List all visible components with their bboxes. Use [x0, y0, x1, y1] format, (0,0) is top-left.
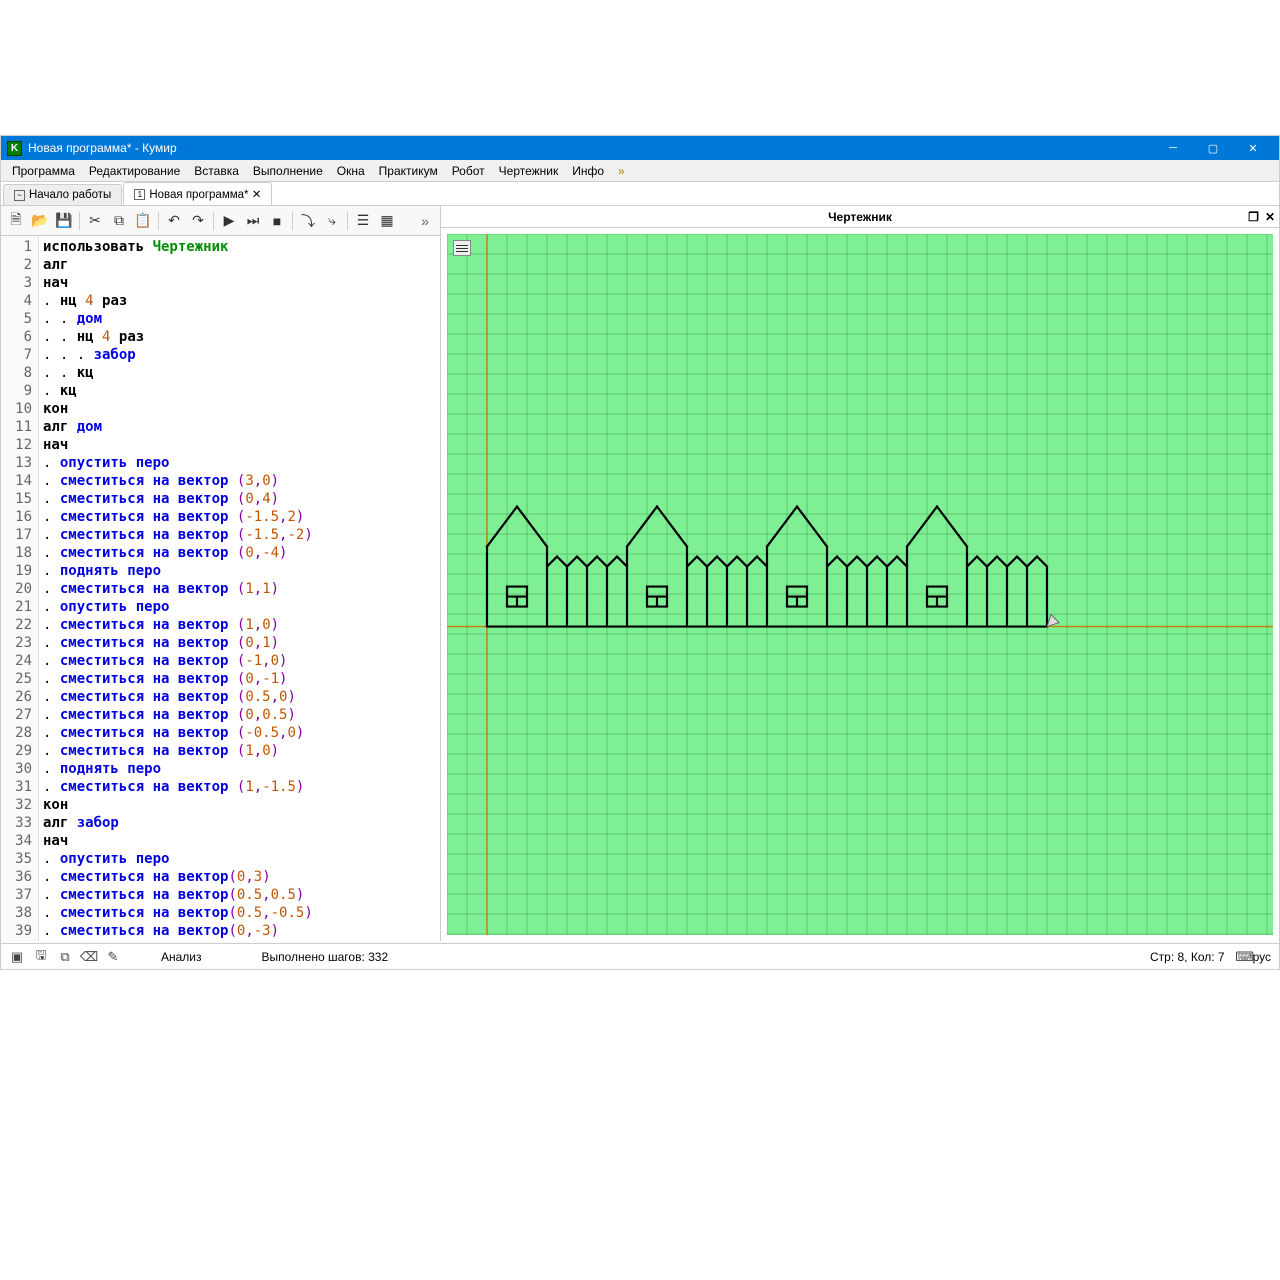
- tab-program-icon: 1: [134, 189, 145, 200]
- app-window: K Новая программа* - Кумир ─ ▢ ✕ Програм…: [0, 135, 1280, 970]
- panel-close-icon[interactable]: ✕: [1265, 210, 1275, 224]
- redo-icon[interactable]: ↷: [187, 210, 209, 232]
- code-editor[interactable]: 1234567891011121314151617181920212223242…: [1, 236, 440, 941]
- draftsman-pane: Чертежник ❐ ✕: [441, 206, 1279, 941]
- save-file-icon[interactable]: 💾: [53, 210, 75, 232]
- menu-practice[interactable]: Практикум: [372, 161, 445, 181]
- toolbar-overflow-icon[interactable]: »: [414, 210, 436, 232]
- tab-start-label: Начало работы: [29, 189, 111, 201]
- statusbar: ▣ 🖫 ⧉ ⌫ ✎ Анализ Выполнено шагов: 332 Ст…: [1, 943, 1279, 969]
- minimize-button[interactable]: ─: [1153, 136, 1193, 160]
- menu-windows[interactable]: Окна: [330, 161, 372, 181]
- step-into-icon[interactable]: ⤷: [321, 210, 343, 232]
- editor-toolbar: 🗎 📂 💾 ✂ ⧉ 📋 ↶ ↷ ▶ ⏭ ■ ⤵ ⤷ ☰ ▦ »: [1, 206, 440, 236]
- status-save-icon[interactable]: 🖫: [33, 950, 49, 964]
- menu-execute[interactable]: Выполнение: [246, 161, 330, 181]
- canvas-wrapper: [441, 228, 1279, 941]
- menu-program[interactable]: Программа: [5, 161, 82, 181]
- step-over-icon[interactable]: ⤵: [297, 210, 319, 232]
- maximize-button[interactable]: ▢: [1193, 136, 1233, 160]
- menu-robot[interactable]: Робот: [445, 161, 492, 181]
- draftsman-title: Чертежник: [828, 210, 892, 224]
- tab-start[interactable]: ~ Начало работы: [3, 184, 122, 205]
- status-clear-icon[interactable]: ⌫: [81, 950, 97, 964]
- app-icon: K: [7, 141, 22, 156]
- line-gutter: 1234567891011121314151617181920212223242…: [1, 236, 39, 941]
- close-button[interactable]: ✕: [1233, 136, 1273, 160]
- menubar: Программа Редактирование Вставка Выполне…: [1, 160, 1279, 182]
- new-file-icon[interactable]: 🗎: [5, 210, 27, 232]
- toolbar-separator: [347, 212, 348, 230]
- editor-pane: 🗎 📂 💾 ✂ ⧉ 📋 ↶ ↷ ▶ ⏭ ■ ⤵ ⤷ ☰ ▦ »: [1, 206, 441, 941]
- status-copy-icon[interactable]: ⧉: [57, 950, 73, 964]
- open-file-icon[interactable]: 📂: [29, 210, 51, 232]
- draftsman-header: Чертежник ❐ ✕: [441, 206, 1279, 228]
- toolbar-separator: [213, 212, 214, 230]
- copy-icon[interactable]: ⧉: [108, 210, 130, 232]
- status-edit-icon[interactable]: ✎: [105, 950, 121, 964]
- paste-icon[interactable]: 📋: [132, 210, 154, 232]
- toolbar-separator: [79, 212, 80, 230]
- code-area[interactable]: использовать Чертежникалгнач. нц 4 раз. …: [39, 236, 440, 941]
- status-terminal-icon[interactable]: ▣: [9, 950, 25, 964]
- tab-program-label: Новая программа* ✕: [149, 187, 261, 201]
- status-keyboard-icon[interactable]: ⌨: [1237, 950, 1253, 964]
- stop-icon[interactable]: ■: [266, 210, 288, 232]
- toolbar-separator: [292, 212, 293, 230]
- run-icon[interactable]: ▶: [218, 210, 240, 232]
- workspace: 🗎 📂 💾 ✂ ⧉ 📋 ↶ ↷ ▶ ⏭ ■ ⤵ ⤷ ☰ ▦ »: [1, 206, 1279, 941]
- menu-edit[interactable]: Редактирование: [82, 161, 187, 181]
- menu-more[interactable]: »: [611, 161, 632, 181]
- window-title: Новая программа* - Кумир: [28, 141, 1153, 155]
- menu-insert[interactable]: Вставка: [187, 161, 246, 181]
- tab-program[interactable]: 1 Новая программа* ✕: [123, 182, 272, 205]
- status-lang: рус: [1253, 950, 1271, 964]
- titlebar[interactable]: K Новая программа* - Кумир ─ ▢ ✕: [1, 136, 1279, 160]
- menu-info[interactable]: Инфо: [565, 161, 611, 181]
- cut-icon[interactable]: ✂: [84, 210, 106, 232]
- tab-start-icon: ~: [14, 190, 25, 201]
- status-cursor-pos: Стр: 8, Кол: 7: [1150, 950, 1225, 964]
- toolbar-separator: [158, 212, 159, 230]
- status-mode: Анализ: [161, 950, 202, 964]
- step-icon[interactable]: ⏭: [242, 210, 264, 232]
- menu-draftsman[interactable]: Чертежник: [492, 161, 566, 181]
- draftsman-canvas[interactable]: [447, 234, 1273, 935]
- canvas-drawing: [447, 234, 1273, 935]
- canvas-menu-icon[interactable]: [453, 240, 471, 256]
- tabs-row: ~ Начало работы 1 Новая программа* ✕: [1, 182, 1279, 206]
- undo-icon[interactable]: ↶: [163, 210, 185, 232]
- layout1-icon[interactable]: ☰: [352, 210, 374, 232]
- status-steps: Выполнено шагов: 332: [262, 950, 389, 964]
- layout2-icon[interactable]: ▦: [376, 210, 398, 232]
- panel-undock-icon[interactable]: ❐: [1248, 210, 1259, 224]
